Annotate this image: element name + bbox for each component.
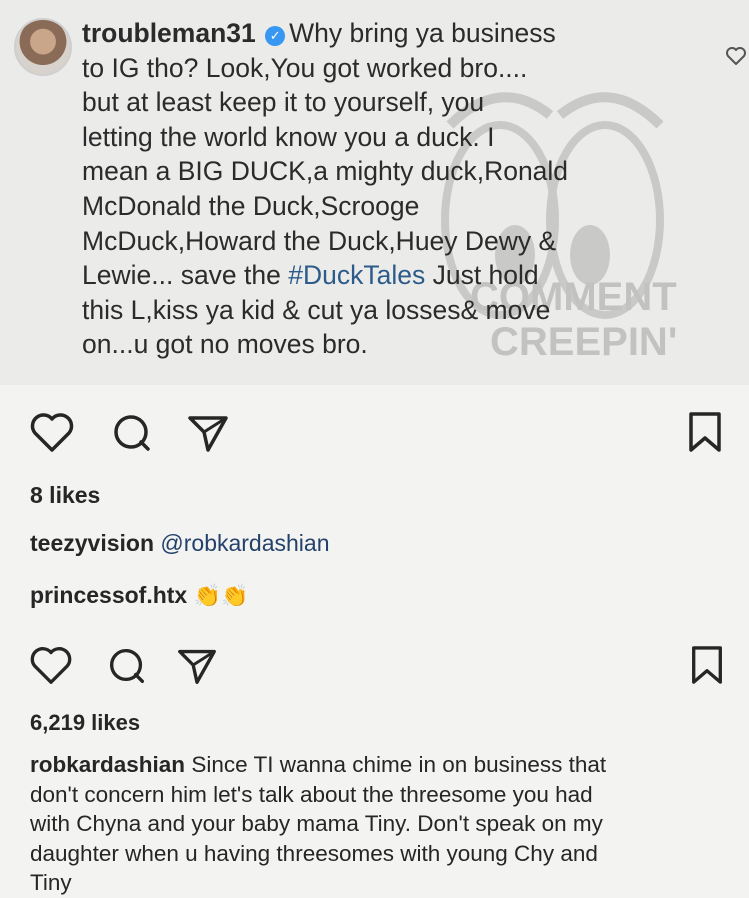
comment-username[interactable]: troubleman31 [82, 18, 256, 48]
comment-bubble-icon[interactable] [104, 642, 150, 688]
verified-badge-icon: ✓ [265, 26, 286, 46]
hashtag-link[interactable]: #DuckTales [288, 260, 425, 290]
save-bookmark-icon[interactable] [685, 408, 725, 456]
comment-bubble-icon[interactable] [108, 408, 156, 456]
post1-comment-2: princessof.htx 👏👏 [30, 582, 248, 609]
post2-action-bar [0, 642, 749, 692]
clapping-hands-emoji: 👏👏 [193, 583, 249, 608]
top-comment-block: COMMENT CREEPIN' troubleman31 ✓ Why bring… [0, 0, 749, 385]
post1-likes-count[interactable]: 8 likes [30, 482, 100, 509]
caption-username[interactable]: robkardashian [30, 752, 185, 777]
post1-comment-1: teezyvision @robkardashian [30, 530, 330, 557]
comment-text: troubleman31 ✓ Why bring ya business to I… [82, 16, 682, 362]
post2-likes-count[interactable]: 6,219 likes [30, 710, 140, 736]
avatar[interactable] [14, 18, 72, 76]
post2-caption: robkardashian Since TI wanna chime in on… [30, 750, 730, 898]
post1-action-bar [0, 408, 749, 458]
comment-body-part-1: Why bring ya business to IG tho? Look,Yo… [82, 18, 569, 291]
share-paper-plane-icon[interactable] [174, 642, 220, 688]
comment-like-heart-icon[interactable] [724, 44, 748, 68]
like-heart-icon[interactable] [28, 408, 76, 456]
comment-username[interactable]: teezyvision [30, 530, 154, 556]
save-bookmark-icon[interactable] [688, 642, 726, 688]
like-heart-icon[interactable] [28, 642, 74, 688]
comment-username[interactable]: princessof.htx [30, 582, 187, 608]
mention-link[interactable]: @robkardashian [160, 530, 329, 556]
share-paper-plane-icon[interactable] [184, 408, 232, 456]
